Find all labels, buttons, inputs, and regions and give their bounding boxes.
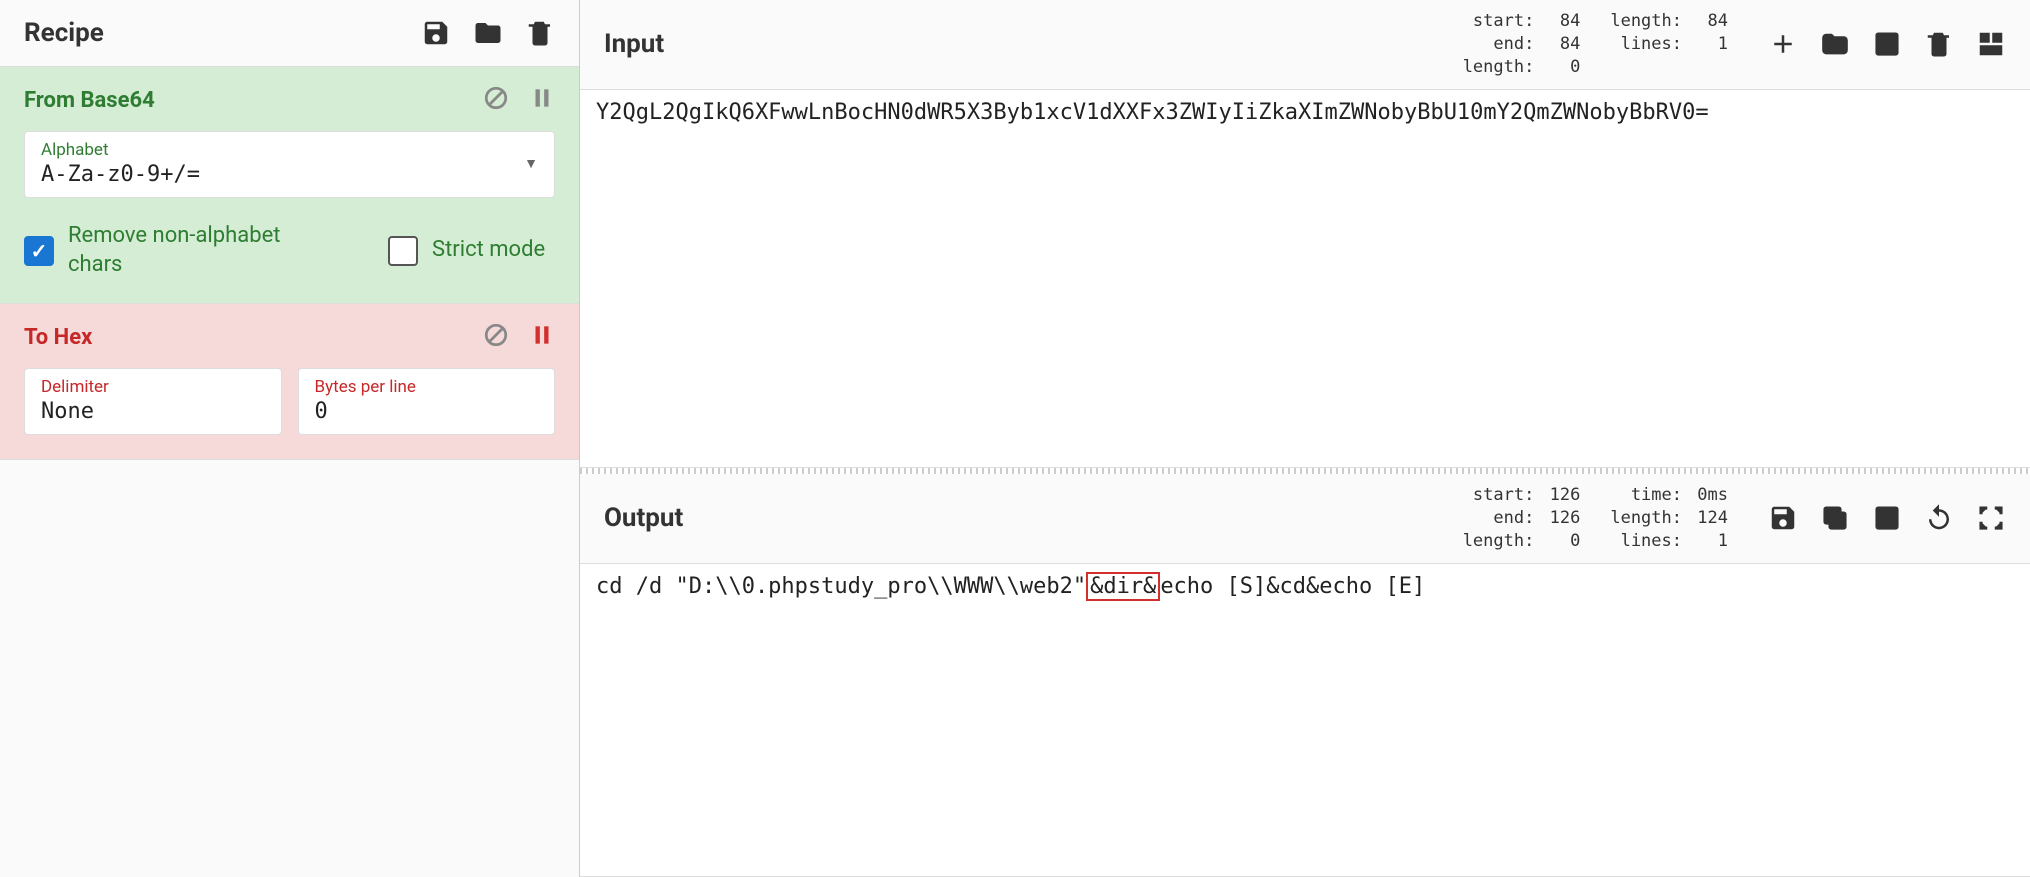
checkbox-label: Strict mode <box>432 236 545 265</box>
output-textarea[interactable]: cd /d "D:\\0.phpstudy_pro\\WWW\\web2"&di… <box>580 564 2030 877</box>
clear-input-icon[interactable] <box>1924 29 1954 59</box>
add-tab-icon[interactable] <box>1768 29 1798 59</box>
move-output-to-input-icon[interactable] <box>1872 503 1902 533</box>
operation-title: From Base64 <box>24 88 155 113</box>
disable-operation-icon[interactable] <box>483 322 509 352</box>
operation-header: From Base64 <box>24 85 555 115</box>
clear-recipe-icon[interactable] <box>525 18 555 48</box>
bytes-per-line-input[interactable]: Bytes per line 0 <box>298 368 556 435</box>
stat-label: length: <box>1610 507 1682 530</box>
field-label: Alphabet <box>41 140 200 160</box>
stat-value: 84 <box>1544 33 1580 56</box>
pause-operation-icon[interactable] <box>529 322 555 352</box>
recipe-toolbar <box>421 18 555 48</box>
stat-label: length: <box>1463 56 1535 79</box>
save-output-icon[interactable] <box>1768 503 1798 533</box>
stat-label: lines: <box>1612 33 1682 56</box>
stat-label: start: <box>1464 484 1534 507</box>
stat-label: time: <box>1612 484 1682 507</box>
pause-operation-icon[interactable] <box>529 85 555 115</box>
copy-output-icon[interactable] <box>1820 503 1850 533</box>
remove-non-alphabet-checkbox[interactable]: Remove non-alphabet chars <box>24 222 328 279</box>
strict-mode-checkbox[interactable]: Strict mode <box>388 236 545 266</box>
stat-value: 1 <box>1692 33 1728 56</box>
stat-value: 84 <box>1692 10 1728 33</box>
input-section: Input start: 84 end: 84 length: 0 length: 84… <box>580 0 2030 468</box>
chevron-down-icon: ▼ <box>524 155 538 172</box>
recipe-panel: Recipe From Base64 <box>0 0 580 877</box>
checkbox-label: Remove non-alphabet chars <box>68 222 328 279</box>
io-panel: Input start: 84 end: 84 length: 0 length: 84… <box>580 0 2030 877</box>
stat-value: 0ms <box>1692 484 1728 507</box>
stat-value: 84 <box>1544 10 1580 33</box>
delimiter-select[interactable]: Delimiter None <box>24 368 282 435</box>
stat-value: 1 <box>1692 530 1728 553</box>
disable-operation-icon[interactable] <box>483 85 509 115</box>
input-toolbar <box>1768 29 2006 59</box>
output-title: Output <box>604 503 683 533</box>
checkbox-icon <box>24 236 54 266</box>
stat-value: 126 <box>1544 507 1580 530</box>
output-section: Output start: 126 end: 126 length: 0 time: 0… <box>580 474 2030 877</box>
open-file-icon[interactable] <box>1872 29 1902 59</box>
field-label: Delimiter <box>41 377 109 397</box>
stat-value: 126 <box>1544 484 1580 507</box>
open-folder-icon[interactable] <box>1820 29 1850 59</box>
stat-value: 0 <box>1544 56 1580 79</box>
operation-from-base64[interactable]: From Base64 Alphabet A-Za-z0-9+/= ▼ Remo… <box>0 67 579 304</box>
stat-label: length: <box>1610 10 1682 33</box>
input-textarea[interactable]: Y2QgL2QgIkQ6XFwwLnBocHN0dWR5X3Byb1xcV1dX… <box>580 90 2030 468</box>
output-toolbar <box>1768 503 2006 533</box>
field-value: None <box>41 399 109 424</box>
output-text-post: echo [S]&cd&echo [E] <box>1160 574 1425 599</box>
recipe-title: Recipe <box>24 18 104 48</box>
stat-label: end: <box>1464 33 1534 56</box>
operation-header: To Hex <box>24 322 555 352</box>
output-stats: start: 126 end: 126 length: 0 time: 0ms leng… <box>1463 484 1728 553</box>
field-label: Bytes per line <box>315 377 416 397</box>
input-title: Input <box>604 29 664 59</box>
checkbox-icon <box>388 236 418 266</box>
stat-label: end: <box>1464 507 1534 530</box>
stat-label: start: <box>1464 10 1534 33</box>
stat-label: lines: <box>1612 530 1682 553</box>
undo-icon[interactable] <box>1924 503 1954 533</box>
stat-value: 0 <box>1544 530 1580 553</box>
output-highlight: &dir& <box>1086 572 1160 601</box>
fullscreen-icon[interactable] <box>1976 503 2006 533</box>
output-text-pre: cd /d "D:\\0.phpstudy_pro\\WWW\\web2" <box>596 574 1086 599</box>
input-stats: start: 84 end: 84 length: 0 length: 84 lines… <box>1463 10 1728 79</box>
field-value: A-Za-z0-9+/= <box>41 162 200 187</box>
load-recipe-icon[interactable] <box>473 18 503 48</box>
input-header: Input start: 84 end: 84 length: 0 length: 84… <box>580 0 2030 90</box>
stat-label: length: <box>1463 530 1535 553</box>
save-recipe-icon[interactable] <box>421 18 451 48</box>
alphabet-select[interactable]: Alphabet A-Za-z0-9+/= ▼ <box>24 131 555 198</box>
field-value: 0 <box>315 399 416 424</box>
stat-value: 124 <box>1692 507 1728 530</box>
toggle-layout-icon[interactable] <box>1976 29 2006 59</box>
output-header: Output start: 126 end: 126 length: 0 time: 0… <box>580 474 2030 564</box>
operation-to-hex[interactable]: To Hex Delimiter None Bytes per line <box>0 304 579 460</box>
recipe-header: Recipe <box>0 0 579 67</box>
operation-title: To Hex <box>24 325 92 350</box>
